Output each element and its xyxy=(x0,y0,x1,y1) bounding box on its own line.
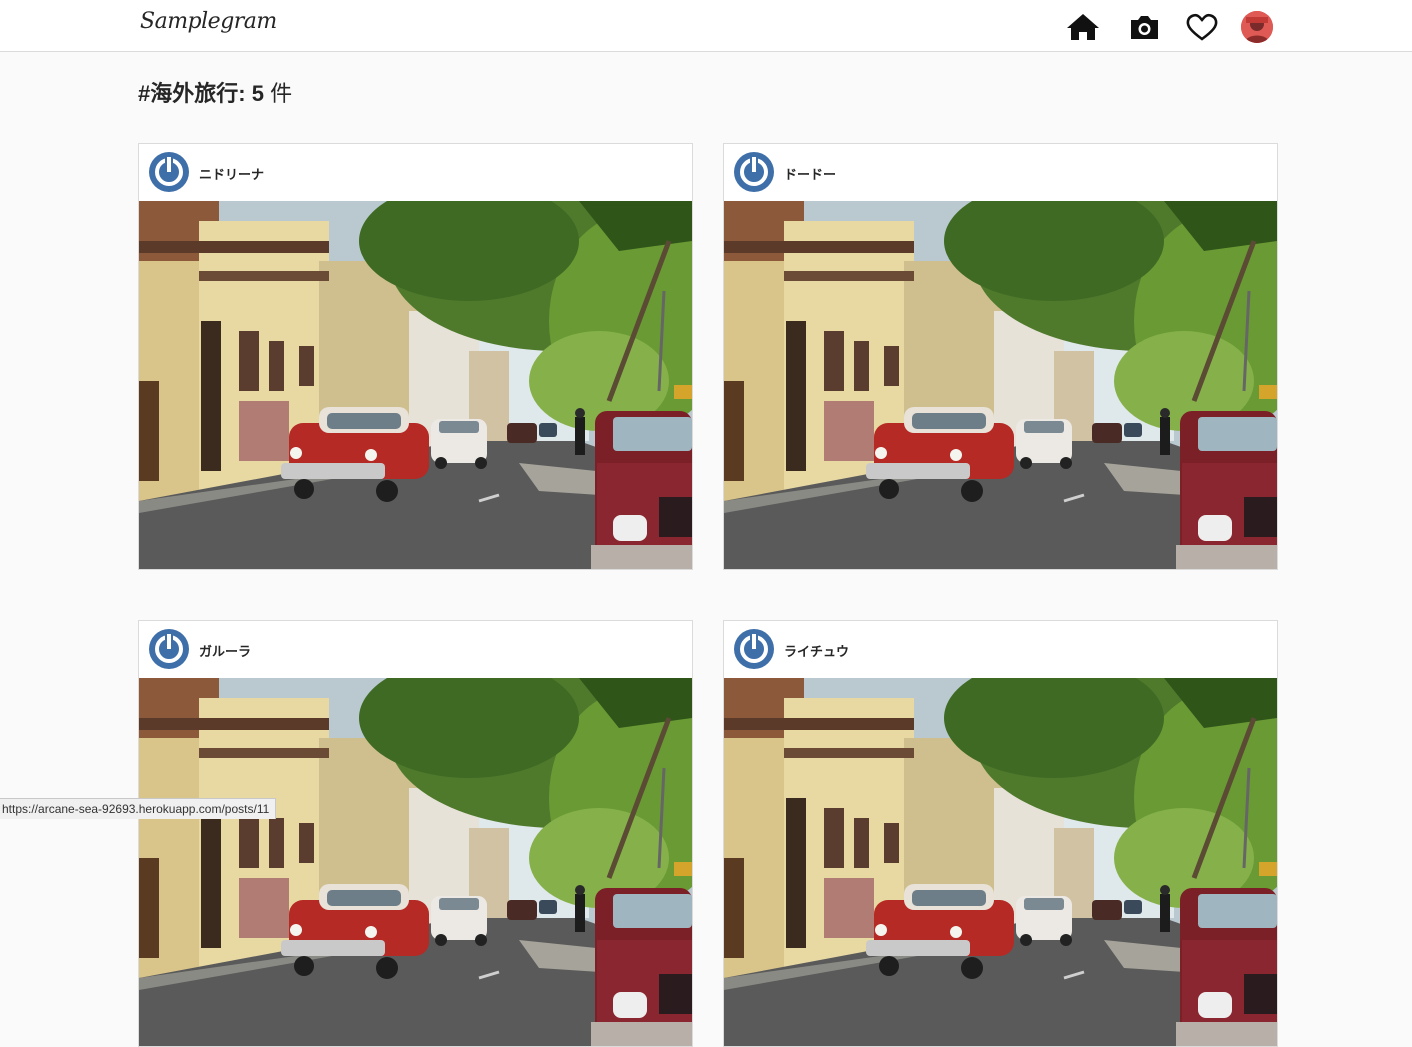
home-icon[interactable] xyxy=(1066,12,1100,42)
post-header: ライチュウ xyxy=(724,621,1277,678)
post-photo[interactable] xyxy=(139,201,692,569)
top-navigation-bar: Samplegram xyxy=(0,0,1412,52)
link-status-bar: https://arcane-sea-92693.herokuapp.com/p… xyxy=(0,798,277,819)
user-avatar[interactable] xyxy=(148,151,190,193)
username[interactable]: ドードー xyxy=(784,164,836,183)
user-avatar[interactable] xyxy=(733,628,775,670)
heart-icon[interactable] xyxy=(1185,12,1219,42)
username[interactable]: ガルーラ xyxy=(199,641,251,660)
post-header: ドードー xyxy=(724,144,1277,201)
user-avatar[interactable] xyxy=(733,151,775,193)
username[interactable]: ライチュウ xyxy=(784,641,849,660)
hashtag-label: #海外旅行 xyxy=(138,81,239,106)
post-photo[interactable] xyxy=(139,678,692,1046)
user-avatar[interactable] xyxy=(148,628,190,670)
post-card: ライチュウ xyxy=(723,620,1278,1047)
camera-icon[interactable] xyxy=(1127,12,1161,42)
post-count: 5 xyxy=(251,81,264,106)
post-photo[interactable] xyxy=(724,678,1277,1046)
post-header: ガルーラ xyxy=(139,621,692,678)
post-count-unit: 件 xyxy=(270,81,293,106)
app-logo[interactable]: Samplegram xyxy=(140,9,277,34)
post-photo[interactable] xyxy=(724,201,1277,569)
post-card: ガルーラ xyxy=(138,620,693,1047)
post-header: ニドリーナ xyxy=(139,144,692,201)
username[interactable]: ニドリーナ xyxy=(199,164,264,183)
avatar[interactable] xyxy=(1241,11,1273,43)
post-card: ニドリーナ xyxy=(138,143,693,570)
page-title: #海外旅行: 5 件 xyxy=(138,81,293,106)
post-card: ドードー xyxy=(723,143,1278,570)
